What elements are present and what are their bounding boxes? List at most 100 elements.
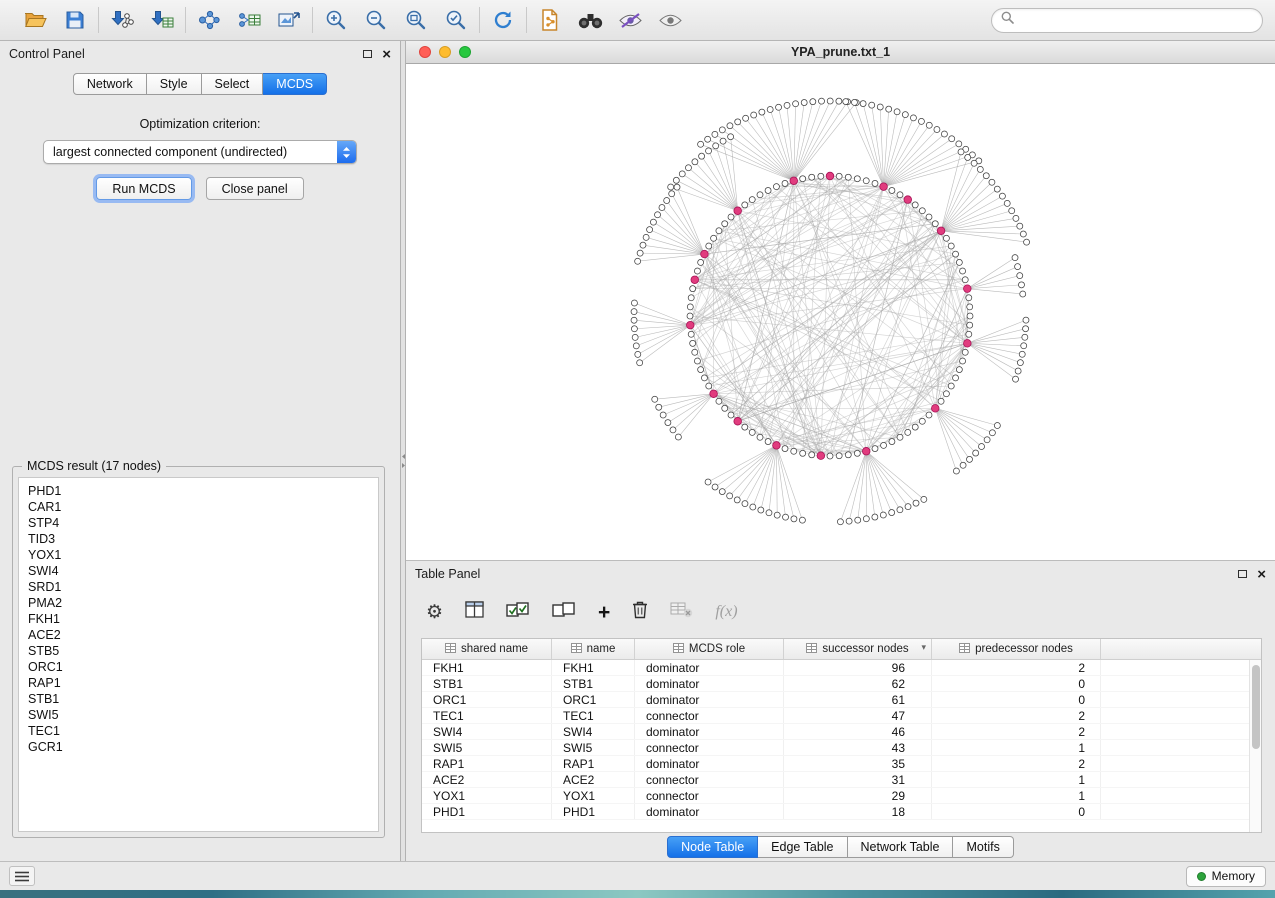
network-node[interactable] bbox=[692, 349, 698, 355]
mcds-dominator-node[interactable] bbox=[734, 417, 742, 425]
network-leaf-node[interactable] bbox=[631, 317, 637, 323]
network-leaf-node[interactable] bbox=[846, 518, 852, 524]
network-node[interactable] bbox=[956, 259, 962, 265]
network-leaf-node[interactable] bbox=[1020, 231, 1026, 237]
network-leaf-node[interactable] bbox=[665, 420, 671, 426]
close-panel-icon[interactable]: × bbox=[382, 47, 391, 62]
deselect-all-rows-icon[interactable] bbox=[552, 602, 576, 623]
mcds-dominator-node[interactable] bbox=[931, 405, 939, 413]
network-leaf-node[interactable] bbox=[759, 109, 765, 115]
network-leaf-node[interactable] bbox=[872, 514, 878, 520]
network-node[interactable] bbox=[836, 453, 842, 459]
network-leaf-node[interactable] bbox=[877, 104, 883, 110]
network-node[interactable] bbox=[690, 340, 696, 346]
network-node[interactable] bbox=[948, 383, 954, 389]
network-leaf-node[interactable] bbox=[1023, 326, 1029, 332]
network-node[interactable] bbox=[962, 349, 968, 355]
network-leaf-node[interactable] bbox=[1023, 317, 1029, 323]
network-node[interactable] bbox=[967, 313, 973, 319]
mcds-dominator-node[interactable] bbox=[937, 227, 945, 235]
network-leaf-node[interactable] bbox=[635, 351, 641, 357]
network-leaf-node[interactable] bbox=[660, 412, 666, 418]
table-row[interactable]: PHD1PHD1dominator180 bbox=[422, 804, 1249, 820]
network-leaf-node[interactable] bbox=[1015, 368, 1021, 374]
network-leaf-node[interactable] bbox=[918, 118, 924, 124]
search-input[interactable] bbox=[1020, 13, 1253, 27]
network-leaf-node[interactable] bbox=[1017, 273, 1023, 279]
mcds-result-item[interactable]: PHD1 bbox=[28, 483, 369, 499]
network-node[interactable] bbox=[688, 331, 694, 337]
network-node[interactable] bbox=[854, 176, 860, 182]
table-tab-node-table[interactable]: Node Table bbox=[667, 836, 758, 858]
network-leaf-node[interactable] bbox=[793, 101, 799, 107]
network-node[interactable] bbox=[827, 453, 833, 459]
network-leaf-node[interactable] bbox=[734, 497, 740, 503]
table-tab-edge-table[interactable]: Edge Table bbox=[758, 836, 847, 858]
float-panel-icon[interactable] bbox=[363, 50, 372, 58]
network-node[interactable] bbox=[938, 398, 944, 404]
network-node[interactable] bbox=[749, 429, 755, 435]
network-leaf-node[interactable] bbox=[956, 141, 962, 147]
mcds-dominator-node[interactable] bbox=[904, 196, 912, 204]
network-node[interactable] bbox=[722, 221, 728, 227]
network-node[interactable] bbox=[728, 214, 734, 220]
search-network-binoculars-icon[interactable] bbox=[577, 7, 603, 33]
mcds-result-item[interactable]: SWI4 bbox=[28, 563, 369, 579]
zoom-in-icon[interactable] bbox=[323, 7, 349, 33]
network-leaf-node[interactable] bbox=[767, 106, 773, 112]
network-leaf-node[interactable] bbox=[1004, 200, 1010, 206]
network-leaf-node[interactable] bbox=[669, 191, 675, 197]
table-tab-network-table[interactable]: Network Table bbox=[848, 836, 954, 858]
network-leaf-node[interactable] bbox=[712, 484, 718, 490]
network-node[interactable] bbox=[905, 429, 911, 435]
network-leaf-node[interactable] bbox=[720, 138, 726, 144]
tab-network[interactable]: Network bbox=[73, 73, 147, 95]
table-row[interactable]: SWI4SWI4dominator462 bbox=[422, 724, 1249, 740]
network-leaf-node[interactable] bbox=[799, 517, 805, 523]
mcds-dominator-node[interactable] bbox=[691, 276, 699, 284]
mcds-result-item[interactable]: YOX1 bbox=[28, 547, 369, 563]
network-leaf-node[interactable] bbox=[921, 496, 927, 502]
network-node[interactable] bbox=[791, 448, 797, 454]
network-leaf-node[interactable] bbox=[784, 102, 790, 108]
export-table-icon[interactable] bbox=[236, 7, 262, 33]
network-leaf-node[interactable] bbox=[994, 423, 1000, 429]
network-leaf-node[interactable] bbox=[1017, 223, 1023, 229]
network-node[interactable] bbox=[782, 180, 788, 186]
mcds-dominator-node[interactable] bbox=[686, 321, 694, 329]
mcds-result-list[interactable]: PHD1CAR1STP4TID3YOX1SWI4SRD1PMA2FKH1ACE2… bbox=[18, 477, 379, 832]
mcds-result-item[interactable]: PMA2 bbox=[28, 595, 369, 611]
network-leaf-node[interactable] bbox=[977, 166, 983, 172]
network-leaf-node[interactable] bbox=[1018, 282, 1024, 288]
zoom-fit-icon[interactable] bbox=[403, 7, 429, 33]
network-window-titlebar[interactable]: YPA_prune.txt_1 bbox=[406, 41, 1275, 64]
network-node[interactable] bbox=[809, 174, 815, 180]
network-canvas[interactable] bbox=[406, 64, 1275, 560]
network-node[interactable] bbox=[967, 304, 973, 310]
mcds-result-item[interactable]: RAP1 bbox=[28, 675, 369, 691]
network-leaf-node[interactable] bbox=[905, 504, 911, 510]
network-node[interactable] bbox=[836, 173, 842, 179]
network-node[interactable] bbox=[687, 304, 693, 310]
function-builder-icon[interactable]: f(x) bbox=[715, 603, 737, 621]
network-node[interactable] bbox=[706, 383, 712, 389]
network-leaf-node[interactable] bbox=[637, 360, 643, 366]
network-node[interactable] bbox=[742, 202, 748, 208]
mcds-result-item[interactable]: ORC1 bbox=[28, 659, 369, 675]
export-image-icon[interactable] bbox=[276, 7, 302, 33]
mcds-dominator-node[interactable] bbox=[862, 447, 870, 455]
network-leaf-node[interactable] bbox=[913, 500, 919, 506]
mcds-dominator-node[interactable] bbox=[790, 177, 798, 185]
network-node[interactable] bbox=[688, 295, 694, 301]
network-leaf-node[interactable] bbox=[633, 343, 639, 349]
criterion-dropdown[interactable]: largest connected component (undirected) bbox=[43, 140, 357, 164]
column-header-name[interactable]: name bbox=[552, 639, 635, 659]
network-leaf-node[interactable] bbox=[880, 512, 886, 518]
mcds-result-item[interactable]: SWI5 bbox=[28, 707, 369, 723]
mcds-result-item[interactable]: SRD1 bbox=[28, 579, 369, 595]
network-leaf-node[interactable] bbox=[643, 234, 649, 240]
network-leaf-node[interactable] bbox=[692, 159, 698, 165]
network-leaf-node[interactable] bbox=[1022, 334, 1028, 340]
network-leaf-node[interactable] bbox=[705, 479, 711, 485]
network-leaf-node[interactable] bbox=[743, 115, 749, 121]
